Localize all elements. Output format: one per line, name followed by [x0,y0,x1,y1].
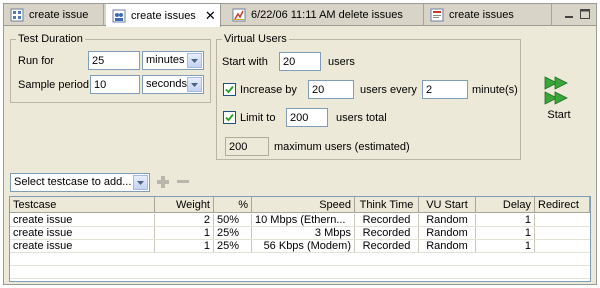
cell-testcase: create issue [10,240,155,252]
table-row[interactable]: create issue 2 50% 10 Mbps (Ethern... Re… [10,214,590,227]
col-delay[interactable]: Delay [476,197,535,212]
col-think-time[interactable]: Think Time [355,197,419,212]
dropdown-arrow-icon[interactable] [187,77,202,92]
tab-create-issue[interactable]: create issue [4,4,104,26]
minutes-label: minute(s) [472,84,518,96]
dropdown-arrow-icon[interactable] [187,53,202,68]
cell-percent: 50% [214,214,252,226]
cell-delay: 1 [476,240,535,252]
cell-vu-start: Random [419,227,476,239]
cell-speed: 56 Kbps (Modem) [252,240,355,252]
limit-to-checkbox[interactable] [223,111,236,124]
table-header: Testcase Weight % Speed Think Time VU St… [10,197,590,213]
cell-weight: 2 [155,214,214,226]
checkbox-check-icon [225,85,234,94]
run-for-label: Run for [18,55,55,67]
testcase-tab-icon [10,8,24,22]
cell-think-time: Recorded [355,240,419,252]
loadtest-tab-icon [112,9,126,23]
cell-percent: 25% [214,227,252,239]
col-percent[interactable]: % [214,197,252,212]
load-test-panel: Test Duration Run for 25 minutes Sample … [4,27,596,284]
start-users-label: users [328,56,355,68]
limit-to-label: Limit to [240,112,276,124]
increase-by-field[interactable]: 20 [308,80,354,99]
increase-by-checkbox[interactable] [223,83,236,96]
virtual-users-title: Virtual Users [224,33,287,45]
table-row-empty[interactable] [10,253,590,266]
loadtest-tab-icon [430,8,444,22]
tab-create-issues-active[interactable]: create issues ✕ [106,4,221,27]
users-every-label: users every [360,84,417,96]
start-with-label: Start with [222,56,268,68]
sample-period-field[interactable]: 10 [90,75,140,94]
cell-vu-start: Random [419,240,476,252]
tab-label: create issues [131,9,196,22]
tab-label: create issue [29,9,89,21]
cell-speed: 3 Mbps [252,227,355,239]
maximize-icon[interactable] [578,7,592,21]
editor-window: create issue create issues ✕ 6/22/06 11:… [3,3,597,285]
cell-percent: 25% [214,240,252,252]
cell-delay: 1 [476,227,535,239]
max-users-field: 200 [225,137,269,156]
cell-vu-start: Random [419,214,476,226]
cell-weight: 1 [155,240,214,252]
report-tab-icon [232,8,246,22]
cell-testcase: create issue [10,227,155,239]
col-redirect[interactable]: Redirect [535,197,590,212]
run-for-field[interactable]: 25 [88,51,140,70]
tab-label: create issues [449,9,514,21]
sample-period-unit-select[interactable]: seconds [142,75,204,94]
sample-period-label: Sample period [18,79,89,91]
cell-delay: 1 [476,214,535,226]
table-row-empty[interactable] [10,266,590,279]
cell-redirect [535,227,590,239]
add-icon[interactable] [156,175,170,189]
testcase-table: Testcase Weight % Speed Think Time VU St… [9,196,591,282]
cell-redirect [535,240,590,252]
table-row[interactable]: create issue 1 25% 56 Kbps (Modem) Recor… [10,240,590,253]
tab-label: 6/22/06 11:11 AM delete issues [251,9,403,21]
users-every-field[interactable]: 2 [422,80,468,99]
dropdown-arrow-icon[interactable] [133,175,148,190]
tab-bar: create issue create issues ✕ 6/22/06 11:… [4,4,596,27]
start-run-icon [544,76,568,105]
col-vu-start[interactable]: VU Start [419,197,476,212]
checkbox-check-icon [225,113,234,122]
cell-think-time: Recorded [355,214,419,226]
table-row[interactable]: create issue 1 25% 3 Mbps Recorded Rando… [10,227,590,240]
users-total-label: users total [336,112,387,124]
testcase-select[interactable]: Select testcase to add... [10,173,150,192]
remove-icon[interactable] [176,175,190,189]
cell-testcase: create issue [10,214,155,226]
cell-speed: 10 Mbps (Ethern... [252,214,355,226]
increase-by-label: Increase by [240,84,297,96]
col-weight[interactable]: Weight [155,197,214,212]
start-label: Start [547,109,571,121]
cell-weight: 1 [155,227,214,239]
start-button[interactable]: Start [539,75,579,125]
close-icon[interactable]: ✕ [205,8,216,24]
col-speed[interactable]: Speed [252,197,355,212]
cell-think-time: Recorded [355,227,419,239]
col-testcase[interactable]: Testcase [10,197,155,212]
start-with-field[interactable]: 20 [279,52,321,71]
run-for-unit-select[interactable]: minutes [142,51,204,70]
max-users-label: maximum users (estimated) [274,141,410,153]
tab-delete-issues-report[interactable]: 6/22/06 11:11 AM delete issues [226,4,424,26]
minimize-icon[interactable] [562,7,576,21]
tab-create-issues[interactable]: create issues [424,4,552,26]
limit-to-field[interactable]: 200 [286,108,328,127]
cell-redirect [535,214,590,226]
test-duration-title: Test Duration [18,33,83,45]
